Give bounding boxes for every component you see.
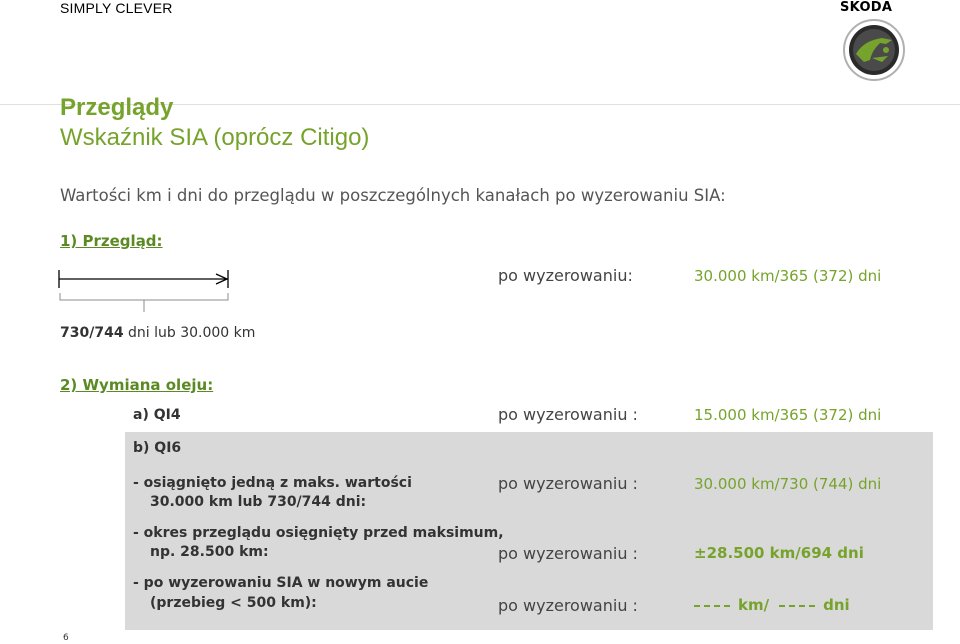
qi6-case3-line1: - po wyzerowaniu SIA w nowym aucie <box>133 575 429 591</box>
interval-legend: 730/744 dni lub 30.000 km <box>60 325 255 341</box>
oil-qi4-label: a) QI4 <box>133 407 181 423</box>
intro-text: Wartości km i dni do przeglądu w poszcze… <box>60 186 726 205</box>
dash-placeholder-icon <box>779 604 816 607</box>
qi6-case2-value: ±28.500 km/694 dni <box>694 544 864 562</box>
interval-legend-days: 730/744 <box>60 325 124 341</box>
qi6-case3-line2: (przebieg < 500 km): <box>150 595 317 611</box>
interval-legend-km: dni lub 30.000 km <box>123 325 256 341</box>
qi6-case3-value: km/dni <box>694 596 850 614</box>
qi6-case3-km: km/ <box>738 596 770 614</box>
slogan: SIMPLY CLEVER <box>60 0 173 16</box>
qi6-case1-line2: 30.000 km lub 730/744 dni: <box>150 494 367 510</box>
qi6-case1-line1: - osiągnięto jedną z maks. wartości <box>133 475 412 491</box>
section-1-heading: 1) Przegląd: <box>60 232 163 250</box>
qi6-case1-value: 30.000 km/730 (744) dni <box>694 475 882 493</box>
section-2-heading: 2) Wymiana oleju: <box>60 376 214 394</box>
oil-qi4-reset-label: po wyzerowaniu : <box>498 405 638 424</box>
oil-qi6-label: b) QI6 <box>133 440 182 456</box>
qi6-case2-line1: - okres przeglądu osięgnięty przed maksi… <box>133 525 504 541</box>
qi6-case2-reset-label: po wyzerowaniu : <box>498 544 638 563</box>
page-subtitle: Wskaźnik SIA (oprócz Citigo) <box>60 124 370 151</box>
section-1-reset-label: po wyzerowaniu: <box>498 266 633 285</box>
oil-qi4-value: 15.000 km/365 (372) dni <box>694 406 882 424</box>
qi6-case3-days: dni <box>823 596 850 614</box>
qi6-case1-reset-label: po wyzerowaniu : <box>498 474 638 493</box>
qi6-case2-line2: np. 28.500 km: <box>150 544 269 560</box>
skoda-logo-icon <box>843 19 905 81</box>
brand-wordmark: ŠKODA <box>840 0 893 15</box>
page-number: 6 <box>63 633 69 643</box>
dash-placeholder-icon <box>694 604 730 607</box>
qi6-case3-reset-label: po wyzerowaniu : <box>498 596 638 615</box>
page-title: Przeglądy <box>60 94 174 121</box>
section-1-value: 30.000 km/365 (372) dni <box>694 267 882 285</box>
interval-diagram <box>58 270 229 312</box>
